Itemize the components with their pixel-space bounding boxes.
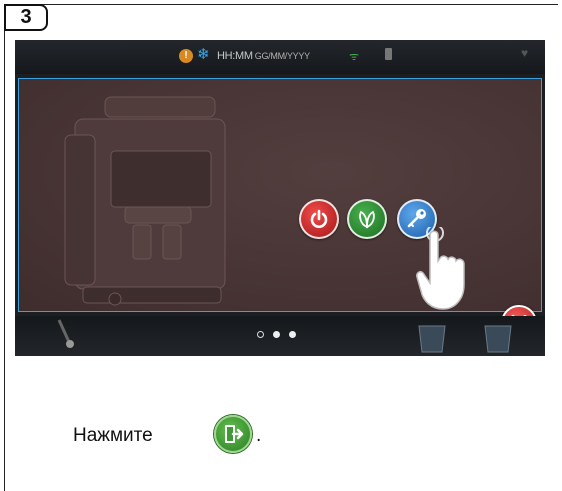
status-time-text: HH:MM [217,50,253,62]
settings-panel [18,78,542,341]
bottom-bar [15,316,545,356]
status-bar: ! ❄ HH:MM GG/MM/YYYY ᯤ ♥ [15,40,545,74]
step-number-badge: 3 [4,4,48,31]
coffee-machine-image [64,96,226,306]
battery-icon [385,48,392,60]
cup-icon [418,325,512,353]
exit-icon [214,415,252,453]
instruction-text: Нажмите [73,425,153,446]
status-clock: HH:MM GG/MM/YYYY [217,50,310,62]
power-button[interactable] [299,199,339,239]
eco-mode-button[interactable] [347,199,387,239]
warning-icon: ! [179,49,193,63]
page-dot-2[interactable] [273,331,280,338]
snowflake-icon: ❄ [197,46,210,63]
leaf-icon [359,210,375,229]
wifi-icon: ᯤ [349,51,360,63]
status-date-text: GG/MM/YYYY [254,51,310,61]
page-dot-1[interactable] [257,331,264,338]
heart-icon: ♥ [521,46,529,60]
page-dot-3[interactable] [289,331,296,338]
power-icon [310,209,328,228]
page-indicator [257,331,296,338]
instruction-period: . [256,425,262,446]
pointing-hand-icon [416,227,465,310]
steam-wand-icon [57,319,74,348]
device-screen: ! ❄ HH:MM GG/MM/YYYY ᯤ ♥ [15,40,545,356]
